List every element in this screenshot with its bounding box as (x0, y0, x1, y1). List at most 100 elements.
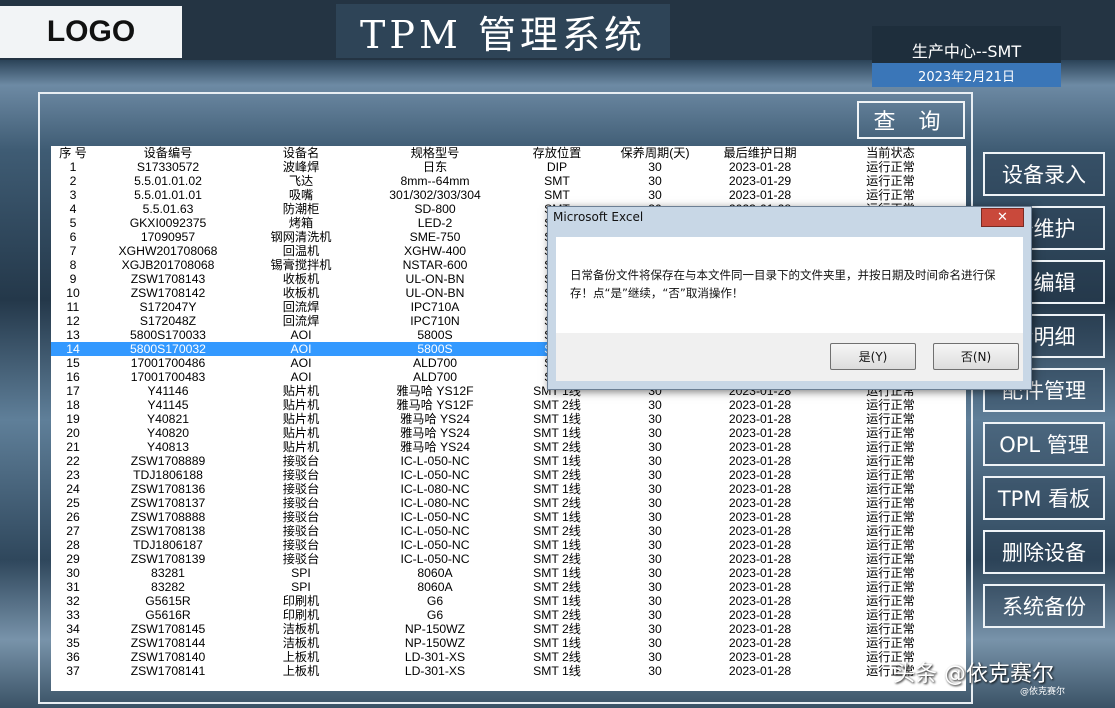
table-cell: ZSW1708137 (130, 496, 206, 510)
table-row[interactable]: 2 5.5.01.01.02 飞达 8mm--64mm SMT 30 2023-01-29 运… (51, 174, 966, 188)
table-cell: SMT 1线 (533, 636, 581, 650)
production-center-label: 生产中心--SMT (872, 26, 1061, 64)
table-row[interactable]: 36 ZSW1708140 上板机 LD-301-XS SMT 2线 30 2023-01-… (51, 650, 966, 664)
table-cell: 2023-01-28 (728, 188, 792, 202)
table-cell: 30 (648, 440, 662, 454)
table-cell: 21 (66, 440, 80, 454)
table-row[interactable]: 22 ZSW1708889 接驳台 IC-L-050-NC SMT 1线 30 2023-0… (51, 454, 966, 468)
table-row[interactable]: 24 ZSW1708136 接驳台 IC-L-080-NC SMT 1线 30 2023-0… (51, 482, 966, 496)
table-cell: 锡膏搅拌机 (270, 258, 332, 272)
table-cell: 运行正常 (866, 594, 915, 608)
table-cell: SMT (544, 188, 570, 202)
table-cell: 30 (648, 524, 662, 538)
table-cell: SMT 1线 (533, 510, 581, 524)
watermark-small: @依克赛尔 (1020, 687, 1066, 697)
table-cell: 8 (69, 258, 77, 272)
table-cell: SMT 2线 (533, 496, 581, 510)
table-cell: 运行正常 (866, 440, 915, 454)
table-row[interactable]: 20 Y40820 贴片机 雅马哈 YS24 SMT 1线 30 2023-01-28 运行正… (51, 426, 966, 440)
table-cell: SMT 2线 (533, 398, 581, 412)
table-row[interactable]: 33 G5616R 印刷机 G6 SMT 2线 30 2023-01-28 运行正常 (51, 608, 966, 622)
table-cell: 30 (648, 608, 662, 622)
table-cell: 2023-01-28 (728, 608, 792, 622)
table-cell: 8mm--64mm (400, 174, 470, 188)
table-row[interactable]: 30 83281 SPI 8060A SMT 1线 30 2023-01-28 运行正常 (51, 566, 966, 580)
table-cell: 2023-01-28 (728, 510, 792, 524)
table-row[interactable]: 25 ZSW1708137 接驳台 IC-L-080-NC SMT 2线 30 2023-0… (51, 496, 966, 510)
dialog-title: Microsoft Excel (553, 210, 644, 224)
column-header: 当前状态 (866, 146, 915, 160)
table-cell: 2023-01-28 (728, 468, 792, 482)
table-cell: ZSW1708138 (130, 524, 206, 538)
table-cell: LD-301-XS (404, 650, 466, 664)
table-row[interactable]: 1 S17330572 波峰焊 日东 DIP 30 2023-01-28 运行正常 (51, 160, 966, 174)
table-cell: NP-150WZ (404, 622, 466, 636)
table-cell: 83282 (151, 580, 185, 594)
table-cell: UL-ON-BN (405, 272, 465, 286)
table-cell: 雅马哈 YS12F (396, 398, 474, 412)
table-cell: 30 (648, 650, 662, 664)
table-cell: ZSW1708144 (130, 636, 206, 650)
table-cell: 贴片机 (282, 426, 320, 440)
sidebar-button[interactable]: 系统备份 (983, 584, 1105, 628)
table-row[interactable]: 35 ZSW1708144 洁板机 NP-150WZ SMT 1线 30 2023-01-2… (51, 636, 966, 650)
table-row[interactable]: 21 Y40813 贴片机 雅马哈 YS24 SMT 2线 30 2023-01-28 运行正… (51, 440, 966, 454)
column-header: 保养周期(天) (620, 146, 690, 160)
table-cell: SMT 1线 (533, 454, 581, 468)
table-row[interactable]: 31 83282 SPI 8060A SMT 2线 30 2023-01-28 运行正常 (51, 580, 966, 594)
table-cell: 2023-01-28 (728, 440, 792, 454)
table-cell: Y40813 (146, 440, 190, 454)
table-row[interactable]: 28 TDJ1806187 接驳台 IC-L-050-NC SMT 1线 30 2023-0… (51, 538, 966, 552)
table-cell: 烤箱 (288, 216, 314, 230)
table-cell: 7 (69, 244, 77, 258)
table-cell: ZSW1708145 (130, 622, 206, 636)
table-cell: ZSW1708142 (130, 286, 206, 300)
table-row[interactable]: 32 G5615R 印刷机 G6 SMT 1线 30 2023-01-28 运行正常 (51, 594, 966, 608)
table-row[interactable]: 3 5.5.01.01.01 吸嘴 301/302/303/304 SMT 30 2023-… (51, 188, 966, 202)
table-cell: 5800S170033 (130, 328, 206, 342)
sidebar-button[interactable]: TPM 看板 (983, 476, 1105, 520)
table-cell: 接驳台 (282, 468, 320, 482)
query-button[interactable]: 查 询 (857, 101, 965, 139)
table-cell: AOI (241, 342, 361, 356)
table-cell: 17090957 (140, 230, 196, 244)
table-row[interactable]: 34 ZSW1708145 洁板机 NP-150WZ SMT 2线 30 2023-01-2… (51, 622, 966, 636)
table-row[interactable]: 27 ZSW1708138 接驳台 IC-L-050-NC SMT 2线 30 2023-0… (51, 524, 966, 538)
table-cell: SMT 2线 (533, 524, 581, 538)
table-cell: 25 (66, 496, 80, 510)
table-cell: UL-ON-BN (405, 286, 465, 300)
yes-button[interactable]: 是(Y) (830, 343, 916, 370)
table-row[interactable]: 19 Y40821 贴片机 雅马哈 YS24 SMT 1线 30 2023-01-28 运行正… (51, 412, 966, 426)
excel-dialog: Microsoft Excel ✕ 日常备份文件将保存在与本文件同一目录下的文件… (547, 206, 1032, 390)
table-cell: SMT 1线 (533, 664, 581, 678)
table-cell: 运行正常 (866, 496, 915, 510)
table-cell: 11 (66, 300, 80, 314)
sidebar-button[interactable]: 设备录入 (983, 152, 1105, 196)
table-row[interactable]: 23 TDJ1806188 接驳台 IC-L-050-NC SMT 2线 30 2023-0… (51, 468, 966, 482)
table-row[interactable]: 29 ZSW1708139 接驳台 IC-L-050-NC SMT 2线 30 2023-0… (51, 552, 966, 566)
table-row[interactable]: 18 Y41145 贴片机 雅马哈 YS12F SMT 2线 30 2023-01-28 运行… (51, 398, 966, 412)
table-cell: IPC710A (410, 300, 460, 314)
table-cell: 30 (648, 636, 662, 650)
table-cell: 运行正常 (866, 636, 915, 650)
table-cell: 回温机 (282, 244, 320, 258)
table-row[interactable]: 37 ZSW1708141 上板机 LD-301-XS SMT 1线 30 2023-01-… (51, 664, 966, 678)
table-cell: 30 (648, 594, 662, 608)
date-display: 2023年2月21日 (872, 63, 1061, 87)
table-cell: 接驳台 (282, 496, 320, 510)
table-cell: SPI (291, 566, 311, 580)
table-cell: SMT (544, 174, 570, 188)
close-button[interactable]: ✕ (981, 208, 1024, 227)
table-cell: 2 (69, 174, 77, 188)
table-cell: SME-750 (409, 230, 461, 244)
sidebar-button[interactable]: 删除设备 (983, 530, 1105, 574)
logo: LOGO (0, 6, 182, 58)
table-cell: 83281 (151, 566, 185, 580)
table-cell: 雅马哈 YS24 (400, 426, 470, 440)
table-cell: IC-L-080-NC (400, 482, 470, 496)
table-row[interactable]: 26 ZSW1708888 接驳台 IC-L-050-NC SMT 1线 30 2023-0… (51, 510, 966, 524)
table-cell: 17 (66, 384, 80, 398)
sidebar-button[interactable]: OPL 管理 (983, 422, 1105, 466)
no-button[interactable]: 否(N) (933, 343, 1019, 370)
table-cell: G6 (426, 594, 444, 608)
